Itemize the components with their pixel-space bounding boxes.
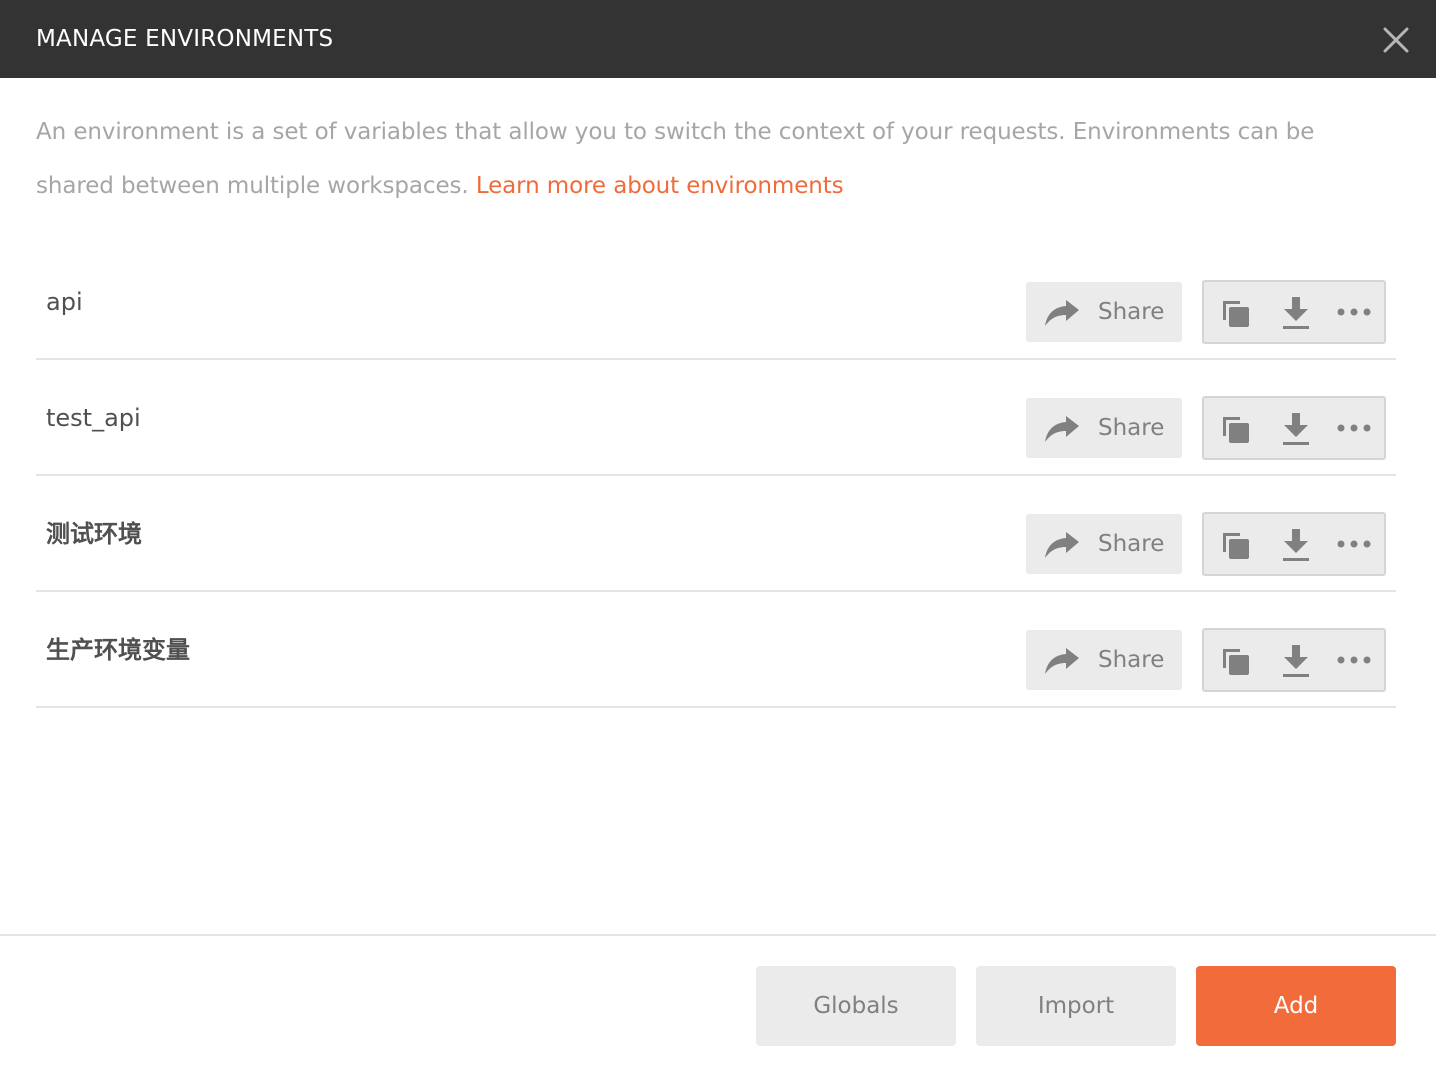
footer-divider bbox=[0, 934, 1436, 936]
more-options-button[interactable] bbox=[1324, 630, 1384, 690]
environment-actions bbox=[1202, 280, 1386, 344]
duplicate-button[interactable] bbox=[1206, 398, 1266, 458]
environment-actions bbox=[1202, 628, 1386, 692]
environment-name[interactable]: 生产环境变量 bbox=[46, 592, 190, 708]
download-button[interactable] bbox=[1266, 630, 1326, 690]
share-arrow-icon bbox=[1045, 300, 1079, 326]
download-button[interactable] bbox=[1266, 282, 1326, 342]
share-button[interactable]: Share bbox=[1026, 630, 1182, 690]
share-label: Share bbox=[1098, 299, 1165, 325]
environment-row: 测试环境 Share bbox=[36, 476, 1396, 592]
download-icon bbox=[1283, 413, 1309, 445]
close-icon bbox=[1383, 27, 1409, 53]
manage-environments-modal: MANAGE ENVIRONMENTS An environment is a … bbox=[0, 0, 1436, 1084]
duplicate-icon bbox=[1223, 649, 1249, 675]
duplicate-icon bbox=[1223, 417, 1249, 443]
close-button[interactable] bbox=[1376, 20, 1416, 60]
add-button[interactable]: Add bbox=[1196, 966, 1396, 1046]
share-button[interactable]: Share bbox=[1026, 398, 1182, 458]
modal-title: MANAGE ENVIRONMENTS bbox=[36, 26, 334, 52]
download-button[interactable] bbox=[1266, 514, 1326, 574]
environment-row: api Share bbox=[36, 244, 1396, 360]
share-button[interactable]: Share bbox=[1026, 282, 1182, 342]
more-options-button[interactable] bbox=[1324, 282, 1384, 342]
share-arrow-icon bbox=[1045, 648, 1079, 674]
modal-header: MANAGE ENVIRONMENTS bbox=[0, 0, 1436, 78]
environment-actions bbox=[1202, 512, 1386, 576]
download-button[interactable] bbox=[1266, 398, 1326, 458]
environment-name[interactable]: 测试环境 bbox=[46, 476, 142, 592]
environments-description: An environment is a set of variables tha… bbox=[36, 105, 1396, 213]
more-options-icon bbox=[1337, 540, 1371, 548]
environment-name[interactable]: test_api bbox=[46, 360, 141, 476]
more-options-button[interactable] bbox=[1324, 398, 1384, 458]
environment-row: 生产环境变量 Share bbox=[36, 592, 1396, 708]
more-options-icon bbox=[1337, 424, 1371, 432]
more-options-icon bbox=[1337, 656, 1371, 664]
duplicate-icon bbox=[1223, 533, 1249, 559]
learn-more-link[interactable]: Learn more about environments bbox=[476, 173, 844, 199]
download-icon bbox=[1283, 645, 1309, 677]
share-label: Share bbox=[1098, 531, 1165, 557]
globals-button[interactable]: Globals bbox=[756, 966, 956, 1046]
more-options-icon bbox=[1337, 308, 1371, 316]
share-label: Share bbox=[1098, 415, 1165, 441]
environment-actions bbox=[1202, 396, 1386, 460]
duplicate-button[interactable] bbox=[1206, 514, 1266, 574]
duplicate-button[interactable] bbox=[1206, 630, 1266, 690]
share-arrow-icon bbox=[1045, 416, 1079, 442]
download-icon bbox=[1283, 297, 1309, 329]
duplicate-button[interactable] bbox=[1206, 282, 1266, 342]
import-button[interactable]: Import bbox=[976, 966, 1176, 1046]
share-button[interactable]: Share bbox=[1026, 514, 1182, 574]
environment-row: test_api Share bbox=[36, 360, 1396, 476]
environment-name[interactable]: api bbox=[46, 244, 83, 360]
share-label: Share bbox=[1098, 647, 1165, 673]
share-arrow-icon bbox=[1045, 532, 1079, 558]
download-icon bbox=[1283, 529, 1309, 561]
more-options-button[interactable] bbox=[1324, 514, 1384, 574]
duplicate-icon bbox=[1223, 301, 1249, 327]
